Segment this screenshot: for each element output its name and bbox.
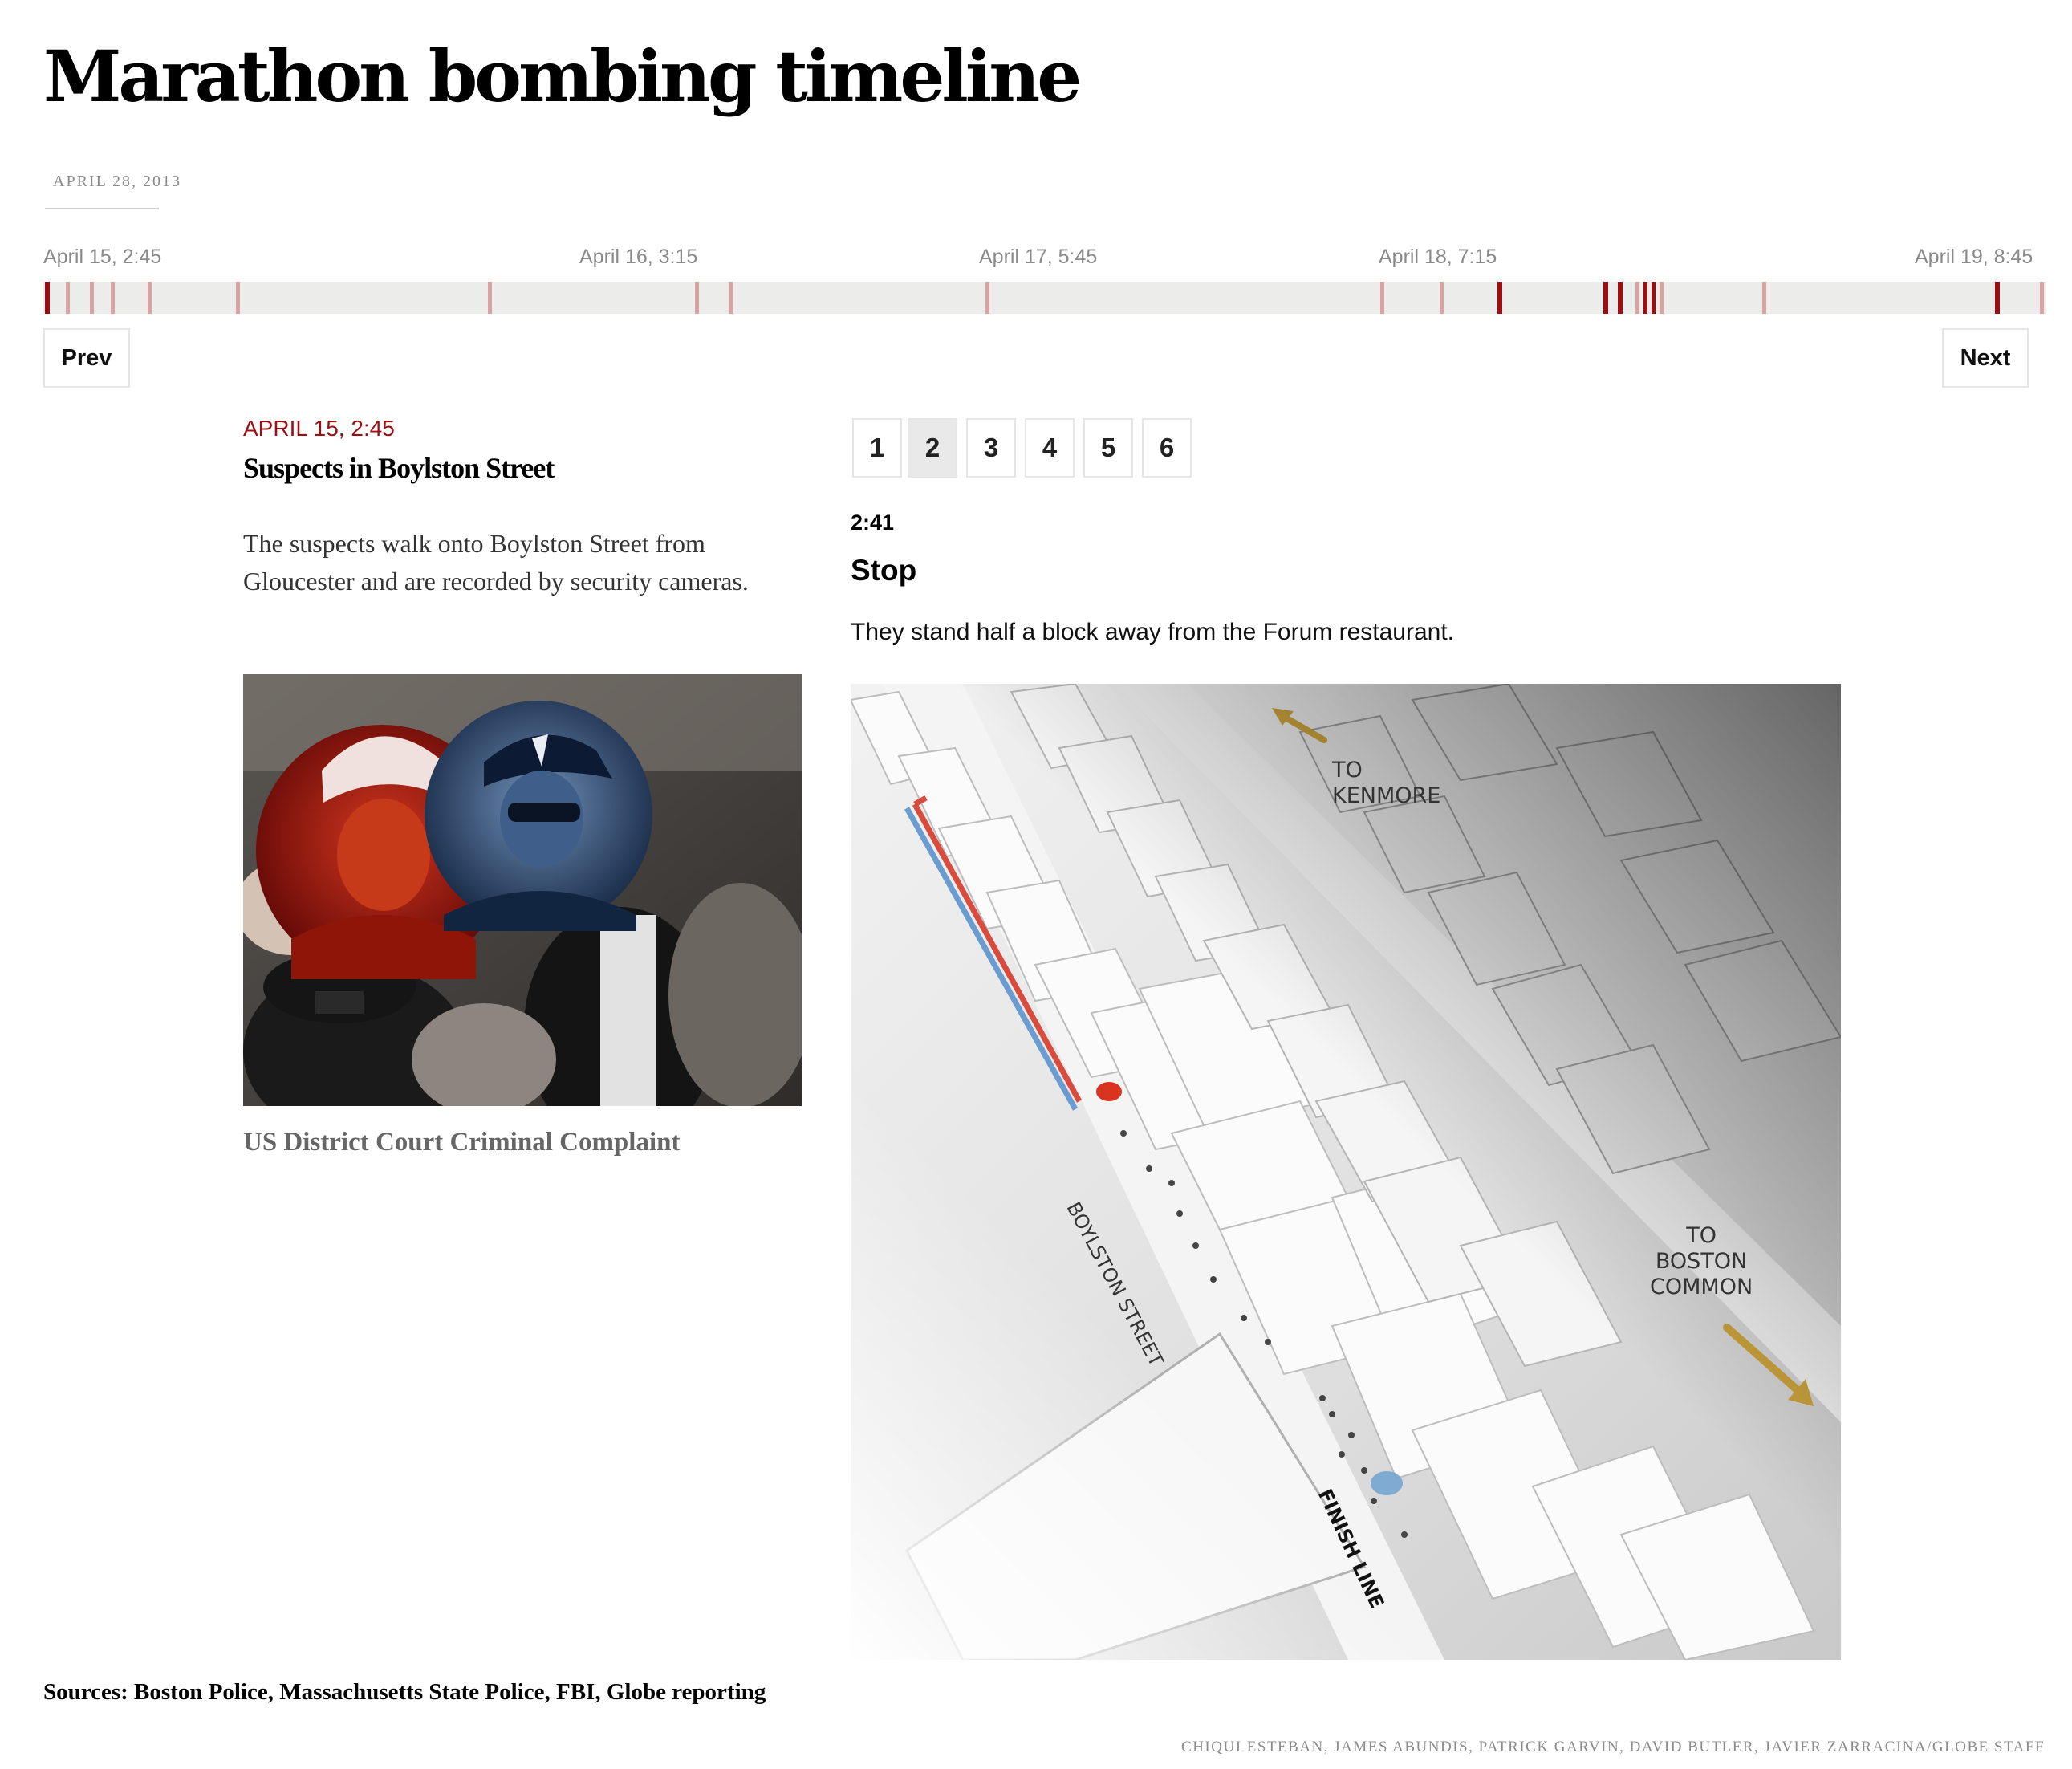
event-title: Suspects in Boylston Street bbox=[243, 452, 555, 484]
timeline-event-marker[interactable] bbox=[236, 282, 240, 314]
timeline-event-marker[interactable] bbox=[1618, 282, 1623, 314]
surveillance-photo bbox=[243, 674, 802, 1106]
sources-note: Sources: Boston Police, Massachusetts St… bbox=[43, 1679, 766, 1705]
timeline-event-marker[interactable] bbox=[1660, 282, 1664, 314]
next-button[interactable]: Next bbox=[1942, 328, 2029, 388]
step-button-4[interactable]: 4 bbox=[1025, 418, 1075, 478]
timeline-tick-label: April 19, 8:45 bbox=[1915, 246, 2033, 268]
date-divider bbox=[45, 208, 159, 209]
timeline-event-marker[interactable] bbox=[148, 282, 152, 314]
timeline-tick-label: April 17, 5:45 bbox=[979, 246, 1098, 268]
timeline-event-marker[interactable] bbox=[488, 282, 492, 314]
timeline-tick-label: April 16, 3:15 bbox=[579, 246, 698, 268]
step-time: 2:41 bbox=[851, 510, 895, 535]
surveillance-photo-graphic bbox=[243, 674, 802, 1106]
timeline-event-marker[interactable] bbox=[985, 282, 989, 314]
page-title: Marathon bombing timeline bbox=[43, 35, 1082, 118]
timeline-tick-label: April 15, 2:45 bbox=[43, 246, 162, 268]
timeline-event-marker[interactable] bbox=[1652, 282, 1656, 314]
timeline-event-marker[interactable] bbox=[66, 282, 70, 314]
timeline-event-marker[interactable] bbox=[1497, 282, 1502, 314]
street-map: TO KENMORE TO BOSTON COMMON BOYLSTON STR… bbox=[851, 684, 1841, 1660]
staff-credit: CHIQUI ESTEBAN, JAMES ABUNDIS, PATRICK G… bbox=[1181, 1739, 2045, 1755]
prev-button[interactable]: Prev bbox=[43, 328, 130, 388]
map-label-kenmore: TO KENMORE bbox=[1332, 758, 1441, 808]
timeline-track[interactable] bbox=[43, 282, 2046, 314]
photo-caption: US District Court Criminal Complaint bbox=[243, 1128, 681, 1157]
timeline-event-marker[interactable] bbox=[1440, 282, 1444, 314]
step-description: They stand half a block away from the Fo… bbox=[851, 619, 1455, 645]
map-label-boston-common: TO BOSTON COMMON bbox=[1650, 1223, 1753, 1299]
timeline-event-marker[interactable] bbox=[729, 282, 733, 314]
timeline-event-marker[interactable] bbox=[1635, 282, 1639, 314]
timeline-event-marker[interactable] bbox=[1380, 282, 1384, 314]
timeline-event-marker[interactable] bbox=[1762, 282, 1766, 314]
step-button-1[interactable]: 1 bbox=[852, 418, 902, 478]
timeline-event-marker[interactable] bbox=[1603, 282, 1608, 314]
timeline-event-marker[interactable] bbox=[2040, 282, 2044, 314]
timeline-tick-label: April 18, 7:15 bbox=[1379, 246, 1497, 268]
event-date: APRIL 15, 2:45 bbox=[243, 416, 395, 441]
step-button-2[interactable]: 2 bbox=[908, 418, 957, 478]
timeline-event-marker[interactable] bbox=[111, 282, 115, 314]
publish-date: APRIL 28, 2013 bbox=[53, 173, 182, 190]
timeline-event-marker[interactable] bbox=[1643, 282, 1647, 314]
event-description: The suspects walk onto Boylston Street f… bbox=[243, 529, 749, 596]
step-button-6[interactable]: 6 bbox=[1142, 418, 1192, 478]
timeline-event-marker[interactable] bbox=[1995, 282, 2000, 314]
timeline-event-marker[interactable] bbox=[90, 282, 94, 314]
timeline-event-marker[interactable] bbox=[695, 282, 699, 314]
step-button-3[interactable]: 3 bbox=[966, 418, 1016, 478]
timeline-event-marker-current[interactable] bbox=[45, 282, 50, 314]
step-button-5[interactable]: 5 bbox=[1083, 418, 1133, 478]
step-title: Stop bbox=[851, 554, 917, 587]
